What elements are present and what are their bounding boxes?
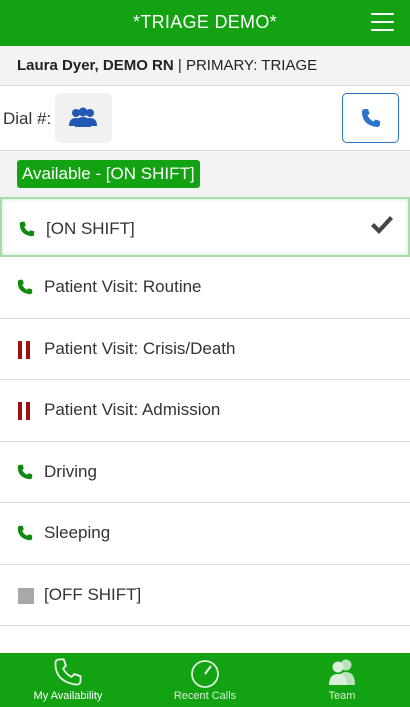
- timer-icon: [191, 660, 219, 688]
- status-option-label: [OFF SHIFT]: [44, 584, 142, 604]
- checkmark-icon: [371, 216, 393, 234]
- phone-icon: [54, 658, 82, 686]
- tab-label: My Availability: [33, 690, 103, 702]
- status-option-routine[interactable]: Patient Visit: Routine: [0, 257, 410, 319]
- status-option-label: Sleeping: [44, 523, 111, 542]
- status-list: [ON SHIFT] Patient Visit: Routine Patien…: [0, 197, 410, 626]
- phone-icon: [17, 525, 33, 541]
- status-option-admission[interactable]: Patient Visit: Admission: [0, 380, 410, 442]
- status-option-crisis-death[interactable]: Patient Visit: Crisis/Death: [0, 318, 410, 380]
- stop-icon: [18, 587, 34, 604]
- pause-icon: [18, 340, 30, 359]
- app-header: *TRIAGE DEMO*: [0, 0, 410, 46]
- group-icon: [69, 107, 97, 127]
- tab-team[interactable]: Team: [274, 653, 410, 707]
- phone-icon: [362, 109, 380, 127]
- dial-label: Dial #:: [3, 109, 52, 128]
- status-option-label: Driving: [44, 461, 97, 481]
- hamburger-menu-icon[interactable]: [371, 13, 394, 31]
- status-option-sleeping[interactable]: Sleeping: [0, 503, 410, 565]
- status-badge: Available - [ON SHIFT]: [17, 160, 200, 188]
- dial-row: Dial #:: [0, 86, 410, 151]
- phone-icon: [19, 221, 35, 237]
- tab-label: Recent Calls: [173, 690, 237, 702]
- tab-recent-calls[interactable]: Recent Calls: [137, 653, 273, 707]
- status-option-label: Patient Visit: Admission: [44, 400, 221, 419]
- status-option-label: [ON SHIFT]: [46, 219, 135, 238]
- user-bar: Laura Dyer, DEMO RN | PRIMARY: TRIAGE: [0, 46, 410, 86]
- phone-icon: [17, 464, 33, 479]
- pause-icon: [18, 402, 30, 420]
- user-name: Laura Dyer, DEMO RN: [17, 57, 174, 74]
- status-option-on-shift[interactable]: [ON SHIFT]: [0, 197, 410, 257]
- current-status-bar: Available - [ON SHIFT]: [0, 151, 410, 197]
- app-title: *TRIAGE DEMO*: [133, 12, 277, 32]
- status-option-driving[interactable]: Driving: [0, 441, 410, 503]
- tab-label: Team: [328, 690, 356, 702]
- tab-my-availability[interactable]: My Availability: [0, 653, 136, 707]
- user-separator: |: [177, 57, 182, 74]
- group-dial-button[interactable]: [55, 93, 112, 143]
- status-option-label: Patient Visit: Routine: [44, 277, 202, 296]
- team-icon: [329, 659, 355, 685]
- bottom-tab-bar: My Availability Recent Calls Team: [0, 653, 410, 707]
- status-option-label: Patient Visit: Crisis/Death: [44, 338, 236, 358]
- user-role: PRIMARY: TRIAGE: [185, 57, 318, 74]
- phone-icon: [17, 279, 33, 295]
- status-option-off-shift[interactable]: [OFF SHIFT]: [0, 564, 410, 626]
- call-button[interactable]: [342, 93, 399, 143]
